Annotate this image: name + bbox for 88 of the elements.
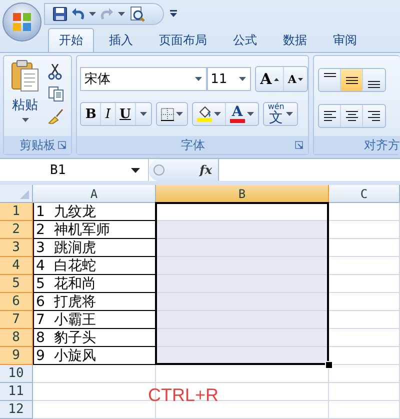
row-header[interactable]: 2 <box>0 221 33 239</box>
fill-handle[interactable] <box>325 361 333 369</box>
table-cell <box>329 203 400 221</box>
row-header[interactable]: 10 <box>0 365 33 383</box>
row-header[interactable]: 1 <box>0 203 33 221</box>
align-bottom-icon <box>368 81 380 88</box>
table-cell <box>329 275 400 293</box>
column-header[interactable]: A <box>33 185 156 203</box>
align-top-icon <box>324 73 336 77</box>
row-header[interactable]: 4 <box>0 257 33 275</box>
ribbon-tab[interactable]: 数据 <box>272 28 318 52</box>
paste-button[interactable]: 粘贴 <box>10 60 40 136</box>
table-cell: 4 白花蛇 <box>33 257 156 275</box>
align-left-icon <box>324 111 336 121</box>
caret-icon <box>176 112 183 116</box>
group-label: 对齐方 <box>364 136 400 154</box>
save-icon[interactable] <box>53 6 67 20</box>
caret-icon <box>239 77 246 81</box>
ribbon-tab[interactable]: 审阅 <box>322 28 368 52</box>
row-header[interactable]: 9 <box>0 347 33 365</box>
table-cell <box>329 221 400 239</box>
group-label: 剪贴板 <box>20 136 56 154</box>
caret-icon <box>246 112 254 116</box>
caret-icon[interactable] <box>130 168 140 172</box>
table-cell <box>329 329 400 347</box>
table-cell: 7 小霸王 <box>33 311 156 329</box>
ribbon-tab[interactable]: 公式 <box>222 28 268 52</box>
row-header[interactable]: 11 <box>0 383 33 401</box>
row-header[interactable]: 12 <box>0 401 33 419</box>
copy-icon[interactable] <box>48 86 64 102</box>
shrink-font-button[interactable]: A <box>284 67 308 91</box>
row-header[interactable]: 8 <box>0 329 33 347</box>
font-size-dropdown[interactable]: 11 <box>206 67 252 91</box>
table-cell: 9 小旋风 <box>33 347 156 365</box>
table-cell <box>329 311 400 329</box>
caret-icon <box>214 112 221 116</box>
ribbon-tab[interactable]: 页面布局 <box>148 28 218 52</box>
table-cell: 5 花和尚 <box>33 275 156 293</box>
customize-icon[interactable] <box>170 10 178 18</box>
formula-handle-icon[interactable] <box>152 164 165 176</box>
undo-icon[interactable] <box>71 6 85 20</box>
table-cell <box>329 383 400 401</box>
align-right-icon <box>368 111 380 121</box>
borders-icon <box>160 108 174 120</box>
color-bar-icon <box>230 118 245 122</box>
font-name-dropdown[interactable]: 宋体 <box>80 67 207 91</box>
table-cell: 8 豹子头 <box>33 329 156 347</box>
align-button[interactable] <box>341 69 364 91</box>
align-center-icon <box>346 111 358 121</box>
caret-icon <box>140 112 147 116</box>
column-header[interactable]: B <box>156 185 329 203</box>
shortcut-annotation: CTRL+R <box>148 385 219 406</box>
clipboard-icon <box>11 60 39 92</box>
print-preview-icon[interactable] <box>129 6 145 22</box>
scissors-icon[interactable] <box>48 64 62 80</box>
ribbon-tab[interactable]: 插入 <box>98 28 144 52</box>
caret-icon <box>22 118 28 122</box>
table-cell: 2 神机军师 <box>33 221 156 239</box>
caret-icon <box>286 112 294 116</box>
bold-button[interactable]: B <box>81 103 102 125</box>
dialog-launcher-icon[interactable] <box>295 141 304 149</box>
paintbrush-icon[interactable] <box>48 108 64 124</box>
office-button-icon[interactable] <box>2 2 42 42</box>
row-header[interactable]: 6 <box>0 293 33 311</box>
table-cell <box>329 239 400 257</box>
ribbon-tab[interactable]: 开始 <box>48 28 94 52</box>
row-header[interactable]: 5 <box>0 275 33 293</box>
table-cell <box>329 401 400 419</box>
table-cell <box>329 293 400 311</box>
table-cell <box>329 257 400 275</box>
italic-button[interactable]: I <box>101 103 116 125</box>
caret-icon <box>194 77 202 81</box>
row-header[interactable]: 7 <box>0 311 33 329</box>
phonetic-guide-button[interactable]: wén 文 <box>264 103 298 125</box>
column-header[interactable]: C <box>329 185 400 203</box>
row-header[interactable]: 3 <box>0 239 33 257</box>
down-caret-icon <box>298 78 304 80</box>
table-cell: 3 跳涧虎 <box>33 239 156 257</box>
group-label: 字体 <box>180 136 205 154</box>
paint-bucket-icon <box>196 106 212 122</box>
align-middle-icon <box>346 76 358 84</box>
insert-function-button[interactable]: fx <box>200 163 212 177</box>
table-cell: 6 打虎将 <box>33 293 156 311</box>
dialog-launcher-icon[interactable] <box>58 141 66 149</box>
table-cell: 1 九纹龙 <box>33 203 156 221</box>
up-caret-icon <box>274 78 279 80</box>
grow-font-button[interactable]: A <box>256 67 284 91</box>
underline-button[interactable]: U <box>116 103 136 125</box>
